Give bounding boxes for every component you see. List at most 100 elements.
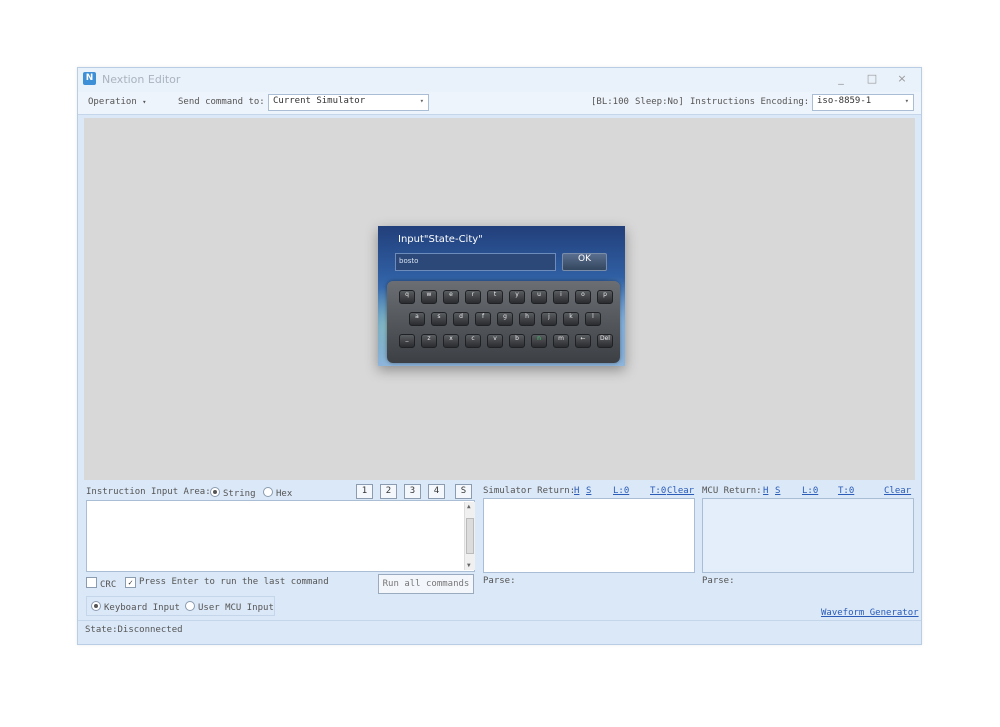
keyboard-key[interactable]: v [487,334,503,348]
screen-ok-button[interactable]: OK [562,253,607,271]
mcu-return-box[interactable] [702,498,914,573]
radio-selected-icon [210,487,220,497]
keyboard-input-radio[interactable]: Keyboard Input [91,601,180,613]
minimize-button[interactable]: _ [832,72,850,86]
close-button[interactable]: × [893,72,911,86]
keyboard-key[interactable]: k [563,312,579,326]
radio-icon [185,601,195,611]
keyboard-key[interactable]: m [553,334,569,348]
keyboard-key[interactable]: Del [597,334,613,348]
send-command-select[interactable]: Current Simulator ▾ [268,94,429,111]
keyboard-key[interactable]: ← [575,334,591,348]
crc-label: CRC [100,580,117,590]
keyboard-key[interactable]: _ [399,334,415,348]
keyboard-key[interactable]: n [531,334,547,348]
keyboard-key[interactable]: p [597,290,613,304]
connection-status: State:Disconnected [85,625,183,635]
chevron-down-icon: ▾ [142,98,147,106]
keyboard-key[interactable]: l [585,312,601,326]
mcu-return-hex-toggle[interactable]: H [763,486,768,496]
checkbox-checked-icon: ✓ [125,577,136,588]
simulator-return-length[interactable]: L:0 [613,486,629,496]
mcu-return-time[interactable]: T:0 [838,486,854,496]
mcu-return-clear-link[interactable]: Clear [884,486,911,496]
toolbar: Operation ▾ Send command to: Current Sim… [78,92,921,115]
encoding-value: iso-8859-1 [817,96,872,106]
keyboard-key[interactable]: w [421,290,437,304]
screen-title: Input"State-City" [398,234,483,245]
simulator-parse-label: Parse: [483,576,516,586]
title-bar: N Nextion Editor _ □ × [78,68,921,92]
chevron-down-icon: ▾ [419,97,424,105]
window-title: Nextion Editor [102,73,181,86]
macro-button[interactable]: 4 [428,484,445,499]
chevron-down-icon: ▾ [904,97,909,105]
simulator-return-clear-link[interactable]: Clear [667,486,694,496]
radio-selected-icon [91,601,101,611]
encoding-label: Instructions Encoding: [690,97,810,107]
keyboard-key[interactable]: j [541,312,557,326]
instruction-input-label: Instruction Input Area: [86,487,211,497]
sleep-status: Sleep:No] [635,97,684,107]
keyboard-key[interactable]: f [475,312,491,326]
operation-menu-label: Operation [88,97,137,107]
simulator-screen[interactable]: Input"State-City" bosto OK qwertyuiop asd… [378,226,625,366]
simulator-return-label: Simulator Return: [483,486,576,496]
run-all-commands-button[interactable]: Run all commands [378,574,474,594]
keyboard-key[interactable]: q [399,290,415,304]
radio-icon [263,487,273,497]
macro-button[interactable]: 3 [404,484,421,499]
screen-text-input[interactable]: bosto [395,253,556,271]
keyboard-key[interactable]: c [465,334,481,348]
mcu-return-length[interactable]: L:0 [802,486,818,496]
macro-button[interactable]: S [455,484,472,499]
keyboard-key[interactable]: x [443,334,459,348]
waveform-generator-link[interactable]: Waveform Generator [821,608,919,618]
mcu-return-label: MCU Return: [702,486,762,496]
user-mcu-input-radio[interactable]: User MCU Input [185,601,274,613]
nextion-app-icon: N [83,72,96,85]
keyboard-key[interactable]: i [553,290,569,304]
scroll-up-icon[interactable]: ▲ [467,503,471,510]
press-enter-checkbox[interactable]: ✓ Press Enter to run the last command [125,577,329,588]
keyboard-key[interactable]: a [409,312,425,326]
operation-menu[interactable]: Operation ▾ [88,97,146,107]
nextion-editor-window: N Nextion Editor _ □ × Operation ▾ Send … [77,67,922,645]
press-enter-label: Press Enter to run the last command [139,577,329,587]
simulator-return-time[interactable]: T:0 [650,486,666,496]
instruction-scrollbar[interactable]: ▲ ▼ [464,502,475,570]
hex-radio[interactable]: Hex [263,487,292,499]
send-command-label: Send command to: [178,97,265,107]
instruction-input-textarea[interactable]: ▲ ▼ [86,500,475,572]
string-radio[interactable]: String [210,487,256,499]
keyboard-key[interactable]: b [509,334,525,348]
checkbox-icon [86,577,97,588]
mcu-return-string-toggle[interactable]: S [775,486,780,496]
user-mcu-input-label: User MCU Input [198,603,274,613]
status-bar: State:Disconnected [78,620,921,645]
keyboard-key[interactable]: r [465,290,481,304]
macro-button[interactable]: 1 [356,484,373,499]
keyboard-key[interactable]: e [443,290,459,304]
keyboard-key[interactable]: o [575,290,591,304]
keyboard-key[interactable]: g [497,312,513,326]
hex-radio-label: Hex [276,489,293,499]
keyboard-key[interactable]: u [531,290,547,304]
crc-checkbox[interactable]: CRC [86,577,116,590]
scroll-thumb[interactable] [466,518,474,554]
simulator-return-string-toggle[interactable]: S [586,486,591,496]
maximize-button[interactable]: □ [863,72,881,86]
simulator-canvas: Input"State-City" bosto OK qwertyuiop asd… [84,118,915,480]
encoding-select[interactable]: iso-8859-1 ▾ [812,94,914,111]
keyboard-key[interactable]: y [509,290,525,304]
simulator-return-hex-toggle[interactable]: H [574,486,579,496]
keyboard-key[interactable]: s [431,312,447,326]
string-radio-label: String [223,489,256,499]
simulator-return-box[interactable] [483,498,695,573]
keyboard-key[interactable]: t [487,290,503,304]
keyboard-key[interactable]: z [421,334,437,348]
scroll-down-icon[interactable]: ▼ [467,562,471,569]
keyboard-key[interactable]: h [519,312,535,326]
keyboard-key[interactable]: d [453,312,469,326]
macro-button[interactable]: 2 [380,484,397,499]
